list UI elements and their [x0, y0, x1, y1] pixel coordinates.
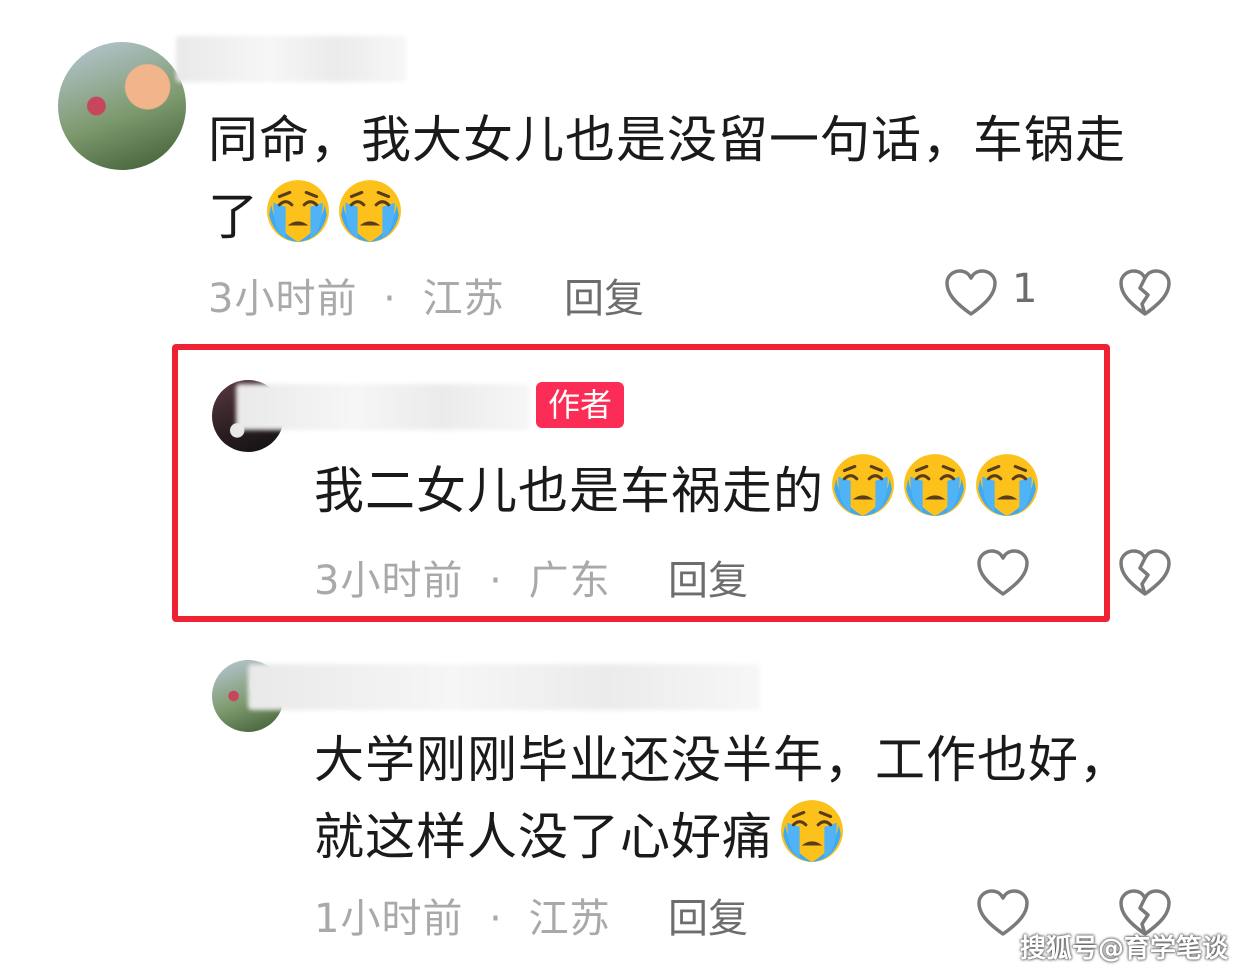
crying-face-emoji	[830, 452, 896, 518]
timestamp: 3小时前	[314, 558, 464, 604]
comment-meta: 3小时前 · 广东	[314, 548, 611, 606]
broken-heart-icon[interactable]	[1118, 548, 1172, 598]
location: 江苏	[422, 276, 505, 322]
comment-text: 大学刚刚毕业还没半年，工作也好， 就这样人没了心好痛	[314, 722, 1214, 875]
comment-meta: 1小时前 · 江苏	[314, 886, 611, 944]
reply-button[interactable]: 回复	[668, 548, 748, 606]
comment-line: 我二女儿也是车祸走的	[314, 462, 824, 520]
reply-button[interactable]: 回复	[564, 266, 644, 324]
username-blurred[interactable]	[236, 384, 530, 430]
comment-meta: 3小时前 · 江苏	[208, 266, 505, 324]
avatar[interactable]	[58, 42, 186, 170]
crying-face-emoji	[974, 452, 1040, 518]
author-badge: 作者	[536, 382, 625, 428]
comment-text: 我二女儿也是车祸走的	[314, 452, 1094, 529]
comment-text: 同命，我大女儿也是没留一句话，车锅走 了	[208, 102, 1208, 255]
watermark: 搜狐号@育学笔谈	[1020, 934, 1229, 964]
comment-line-text: 就这样人没了心好痛	[314, 808, 773, 866]
location: 广东	[528, 558, 611, 604]
crying-face-emoji	[779, 798, 845, 864]
separator: ·	[489, 896, 503, 942]
heart-outline-icon[interactable]	[944, 268, 998, 318]
comment-line: 大学刚刚毕业还没半年，工作也好，	[314, 731, 1130, 789]
crying-face-emoji	[265, 178, 331, 244]
username-blurred[interactable]	[176, 36, 406, 82]
crying-face-emoji	[902, 452, 968, 518]
crying-face-emoji	[337, 178, 403, 244]
username-blurred[interactable]	[248, 664, 760, 710]
heart-outline-icon[interactable]	[976, 548, 1030, 598]
separator: ·	[489, 558, 503, 604]
timestamp: 3小时前	[208, 276, 358, 322]
timestamp: 1小时前	[314, 896, 464, 942]
comment-line: 了	[208, 178, 1208, 255]
comment-line: 就这样人没了心好痛	[314, 798, 1214, 875]
broken-heart-icon[interactable]	[1118, 268, 1172, 318]
location: 江苏	[528, 896, 611, 942]
comment-line: 同命，我大女儿也是没留一句话，车锅走	[208, 111, 1126, 169]
separator: ·	[383, 276, 397, 322]
reply-button[interactable]: 回复	[668, 886, 748, 944]
like-count: 1	[1012, 266, 1038, 312]
comment-line-text: 了	[208, 188, 259, 246]
